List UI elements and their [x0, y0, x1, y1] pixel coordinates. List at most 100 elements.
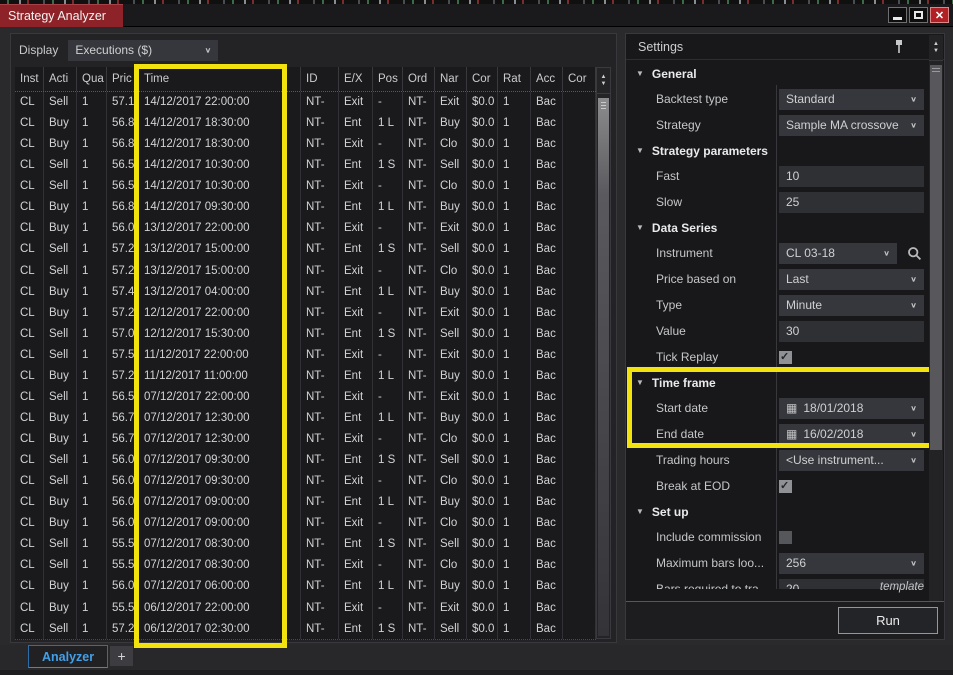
cell-position: - [373, 597, 403, 619]
cell-price: 57.2 [107, 618, 139, 639]
scroll-up-icon[interactable]: ▲ [601, 74, 607, 80]
col-header-order[interactable]: Ord [403, 67, 435, 91]
table-row[interactable]: CL Buy 1 56.7 07/12/2017 12:30:00 NT- Ex… [15, 429, 596, 451]
instrument-dropdown[interactable]: CL 03-18 ∨ [779, 242, 897, 264]
section-strategy-parameters[interactable]: ▼ Strategy parameters [626, 138, 929, 163]
tick-replay-checkbox[interactable] [779, 350, 792, 364]
col-header-connection[interactable]: Cor [563, 67, 596, 91]
table-row[interactable]: CL Buy 1 56.0 07/12/2017 09:00:00 NT- En… [15, 492, 596, 514]
table-row[interactable]: CL Buy 1 57.4 13/12/2017 04:00:00 NT- En… [15, 281, 596, 303]
maximum-bars-dropdown[interactable]: 256 ∨ [779, 552, 924, 574]
table-row[interactable]: CL Sell 1 56.5 14/12/2017 10:30:00 NT- E… [15, 155, 596, 177]
table-row[interactable]: CL Buy 1 56.8 14/12/2017 18:30:00 NT- Ex… [15, 134, 596, 156]
cell-quantity: 1 [77, 365, 107, 387]
scroll-up-icon[interactable]: ▲ [933, 41, 939, 47]
col-header-price[interactable]: Pric [107, 67, 139, 91]
col-header-id[interactable]: ID [301, 67, 339, 91]
fast-input[interactable]: 10 [779, 165, 924, 187]
table-row[interactable]: CL Buy 1 56.0 07/12/2017 06:00:00 NT- En… [15, 576, 596, 598]
price-based-dropdown[interactable]: Last ∨ [779, 268, 924, 290]
cell-price: 57.5 [107, 344, 139, 366]
row-backtest-type: Backtest type Standard ∨ [626, 86, 929, 112]
pin-icon[interactable] [892, 39, 906, 55]
table-row[interactable]: CL Sell 1 55.5 07/12/2017 08:30:00 NT- E… [15, 555, 596, 577]
cell-time: 07/12/2017 09:00:00 [139, 492, 285, 514]
end-date-picker[interactable]: ▦ 16/02/2018 ∨ [779, 423, 924, 445]
cell-action: Buy [44, 302, 77, 324]
cell-instrument: CL [15, 323, 44, 345]
table-row[interactable]: CL Sell 1 57.1 14/12/2017 22:00:00 NT- E… [15, 92, 596, 114]
col-header-account[interactable]: Acc [531, 67, 563, 91]
col-header-quantity[interactable]: Qua [77, 67, 107, 91]
tab-analyzer[interactable]: Analyzer [28, 645, 109, 668]
template-link[interactable]: template [880, 581, 924, 593]
time-frame-section: ▼ Time frame Start date ▦ 18/01/2018 ∨ End… [626, 367, 929, 448]
scroll-down-icon[interactable]: ▼ [933, 48, 939, 54]
cell-order: NT- [403, 492, 435, 514]
backtest-type-dropdown[interactable]: Standard ∨ [779, 88, 924, 110]
search-icon[interactable] [907, 246, 922, 261]
display-dropdown[interactable]: Executions ($) ∨ [68, 39, 219, 61]
col-header-ex[interactable]: E/X [339, 67, 373, 91]
table-row[interactable]: CL Sell 1 57.2 13/12/2017 15:00:00 NT- E… [15, 260, 596, 282]
table-row[interactable]: CL Sell 1 57.0 12/12/2017 15:30:00 NT- E… [15, 323, 596, 345]
cell-commission: $0.0 [467, 429, 498, 451]
slow-input[interactable]: 25 [779, 191, 924, 213]
cell-ex: Exit [339, 176, 373, 198]
maximize-button[interactable] [909, 7, 928, 23]
table-row[interactable]: CL Buy 1 56.8 14/12/2017 09:30:00 NT- En… [15, 197, 596, 219]
table-scrollbar-thumb[interactable] [598, 98, 609, 636]
table-row[interactable]: CL Sell 1 56.0 07/12/2017 09:30:00 NT- E… [15, 450, 596, 472]
col-header-rate[interactable]: Rat [498, 67, 531, 91]
col-header-name[interactable]: Nar [435, 67, 467, 91]
cell-instrument: CL [15, 197, 44, 219]
include-commission-checkbox[interactable] [779, 530, 792, 544]
break-eod-checkbox[interactable] [779, 479, 792, 493]
scroll-down-icon[interactable]: ▼ [601, 81, 607, 87]
cell-price: 55.5 [107, 555, 139, 577]
run-button[interactable]: Run [838, 607, 938, 634]
window-title-tab[interactable]: Strategy Analyzer [0, 4, 123, 27]
table-row[interactable]: CL Sell 1 57.5 11/12/2017 22:00:00 NT- E… [15, 344, 596, 366]
table-row[interactable]: CL Buy 1 55.5 06/12/2017 22:00:00 NT- Ex… [15, 597, 596, 619]
cell-commission: $0.0 [467, 386, 498, 408]
cell-time: 14/12/2017 10:30:00 [139, 176, 285, 198]
cell-commission: $0.0 [467, 365, 498, 387]
table-row[interactable]: CL Buy 1 56.0 07/12/2017 09:00:00 NT- Ex… [15, 513, 596, 535]
col-header-position[interactable]: Pos [373, 67, 403, 91]
table-scrollbar[interactable]: ▲ ▼ [596, 67, 611, 639]
section-set-up[interactable]: ▼ Set up [626, 499, 929, 524]
cell-name: Clo [435, 176, 467, 198]
table-row[interactable]: CL Sell 1 56.5 07/12/2017 22:00:00 NT- E… [15, 386, 596, 408]
table-row[interactable]: CL Sell 1 57.2 13/12/2017 15:00:00 NT- E… [15, 239, 596, 261]
section-time-frame[interactable]: ▼ Time frame [626, 370, 929, 395]
table-row[interactable]: CL Buy 1 57.2 11/12/2017 11:00:00 NT- En… [15, 365, 596, 387]
table-row[interactable]: CL Buy 1 56.8 14/12/2017 18:30:00 NT- En… [15, 113, 596, 135]
table-row[interactable]: CL Sell 1 56.5 14/12/2017 10:30:00 NT- E… [15, 176, 596, 198]
section-data-series[interactable]: ▼ Data Series [626, 215, 929, 240]
trading-hours-dropdown[interactable]: <Use instrument... ∨ [779, 449, 924, 471]
cell-action: Buy [44, 134, 77, 156]
table-row[interactable]: CL Buy 1 56.7 07/12/2017 12:30:00 NT- En… [15, 407, 596, 429]
col-header-instrument[interactable]: Inst [15, 67, 44, 91]
col-header-action[interactable]: Acti [44, 67, 77, 91]
col-header-commission[interactable]: Cor [467, 67, 498, 91]
close-button[interactable]: ✕ [930, 7, 949, 23]
table-row[interactable]: CL Buy 1 56.0 13/12/2017 22:00:00 NT- Ex… [15, 218, 596, 240]
strategy-dropdown[interactable]: Sample MA crossove ∨ [779, 114, 924, 136]
cell-position: - [373, 429, 403, 451]
section-general[interactable]: ▼ General [626, 61, 929, 86]
settings-scrollbar[interactable]: ▲ ▼ [929, 35, 943, 620]
start-date-picker[interactable]: ▦ 18/01/2018 ∨ [779, 397, 924, 419]
table-row[interactable]: CL Sell 1 55.5 07/12/2017 08:30:00 NT- E… [15, 534, 596, 556]
table-row[interactable]: CL Sell 1 57.2 06/12/2017 02:30:00 NT- E… [15, 618, 596, 639]
col-header-time[interactable]: Time [139, 67, 285, 91]
type-dropdown[interactable]: Minute ∨ [779, 294, 924, 316]
cell-quantity: 1 [77, 92, 107, 114]
value-input[interactable]: 30 [779, 320, 924, 342]
minimize-button[interactable] [888, 7, 907, 23]
settings-scrollbar-thumb[interactable] [930, 65, 942, 450]
add-tab-button[interactable]: + [110, 646, 134, 666]
table-row[interactable]: CL Buy 1 57.2 12/12/2017 22:00:00 NT- Ex… [15, 302, 596, 324]
table-row[interactable]: CL Sell 1 56.0 07/12/2017 09:30:00 NT- E… [15, 471, 596, 493]
